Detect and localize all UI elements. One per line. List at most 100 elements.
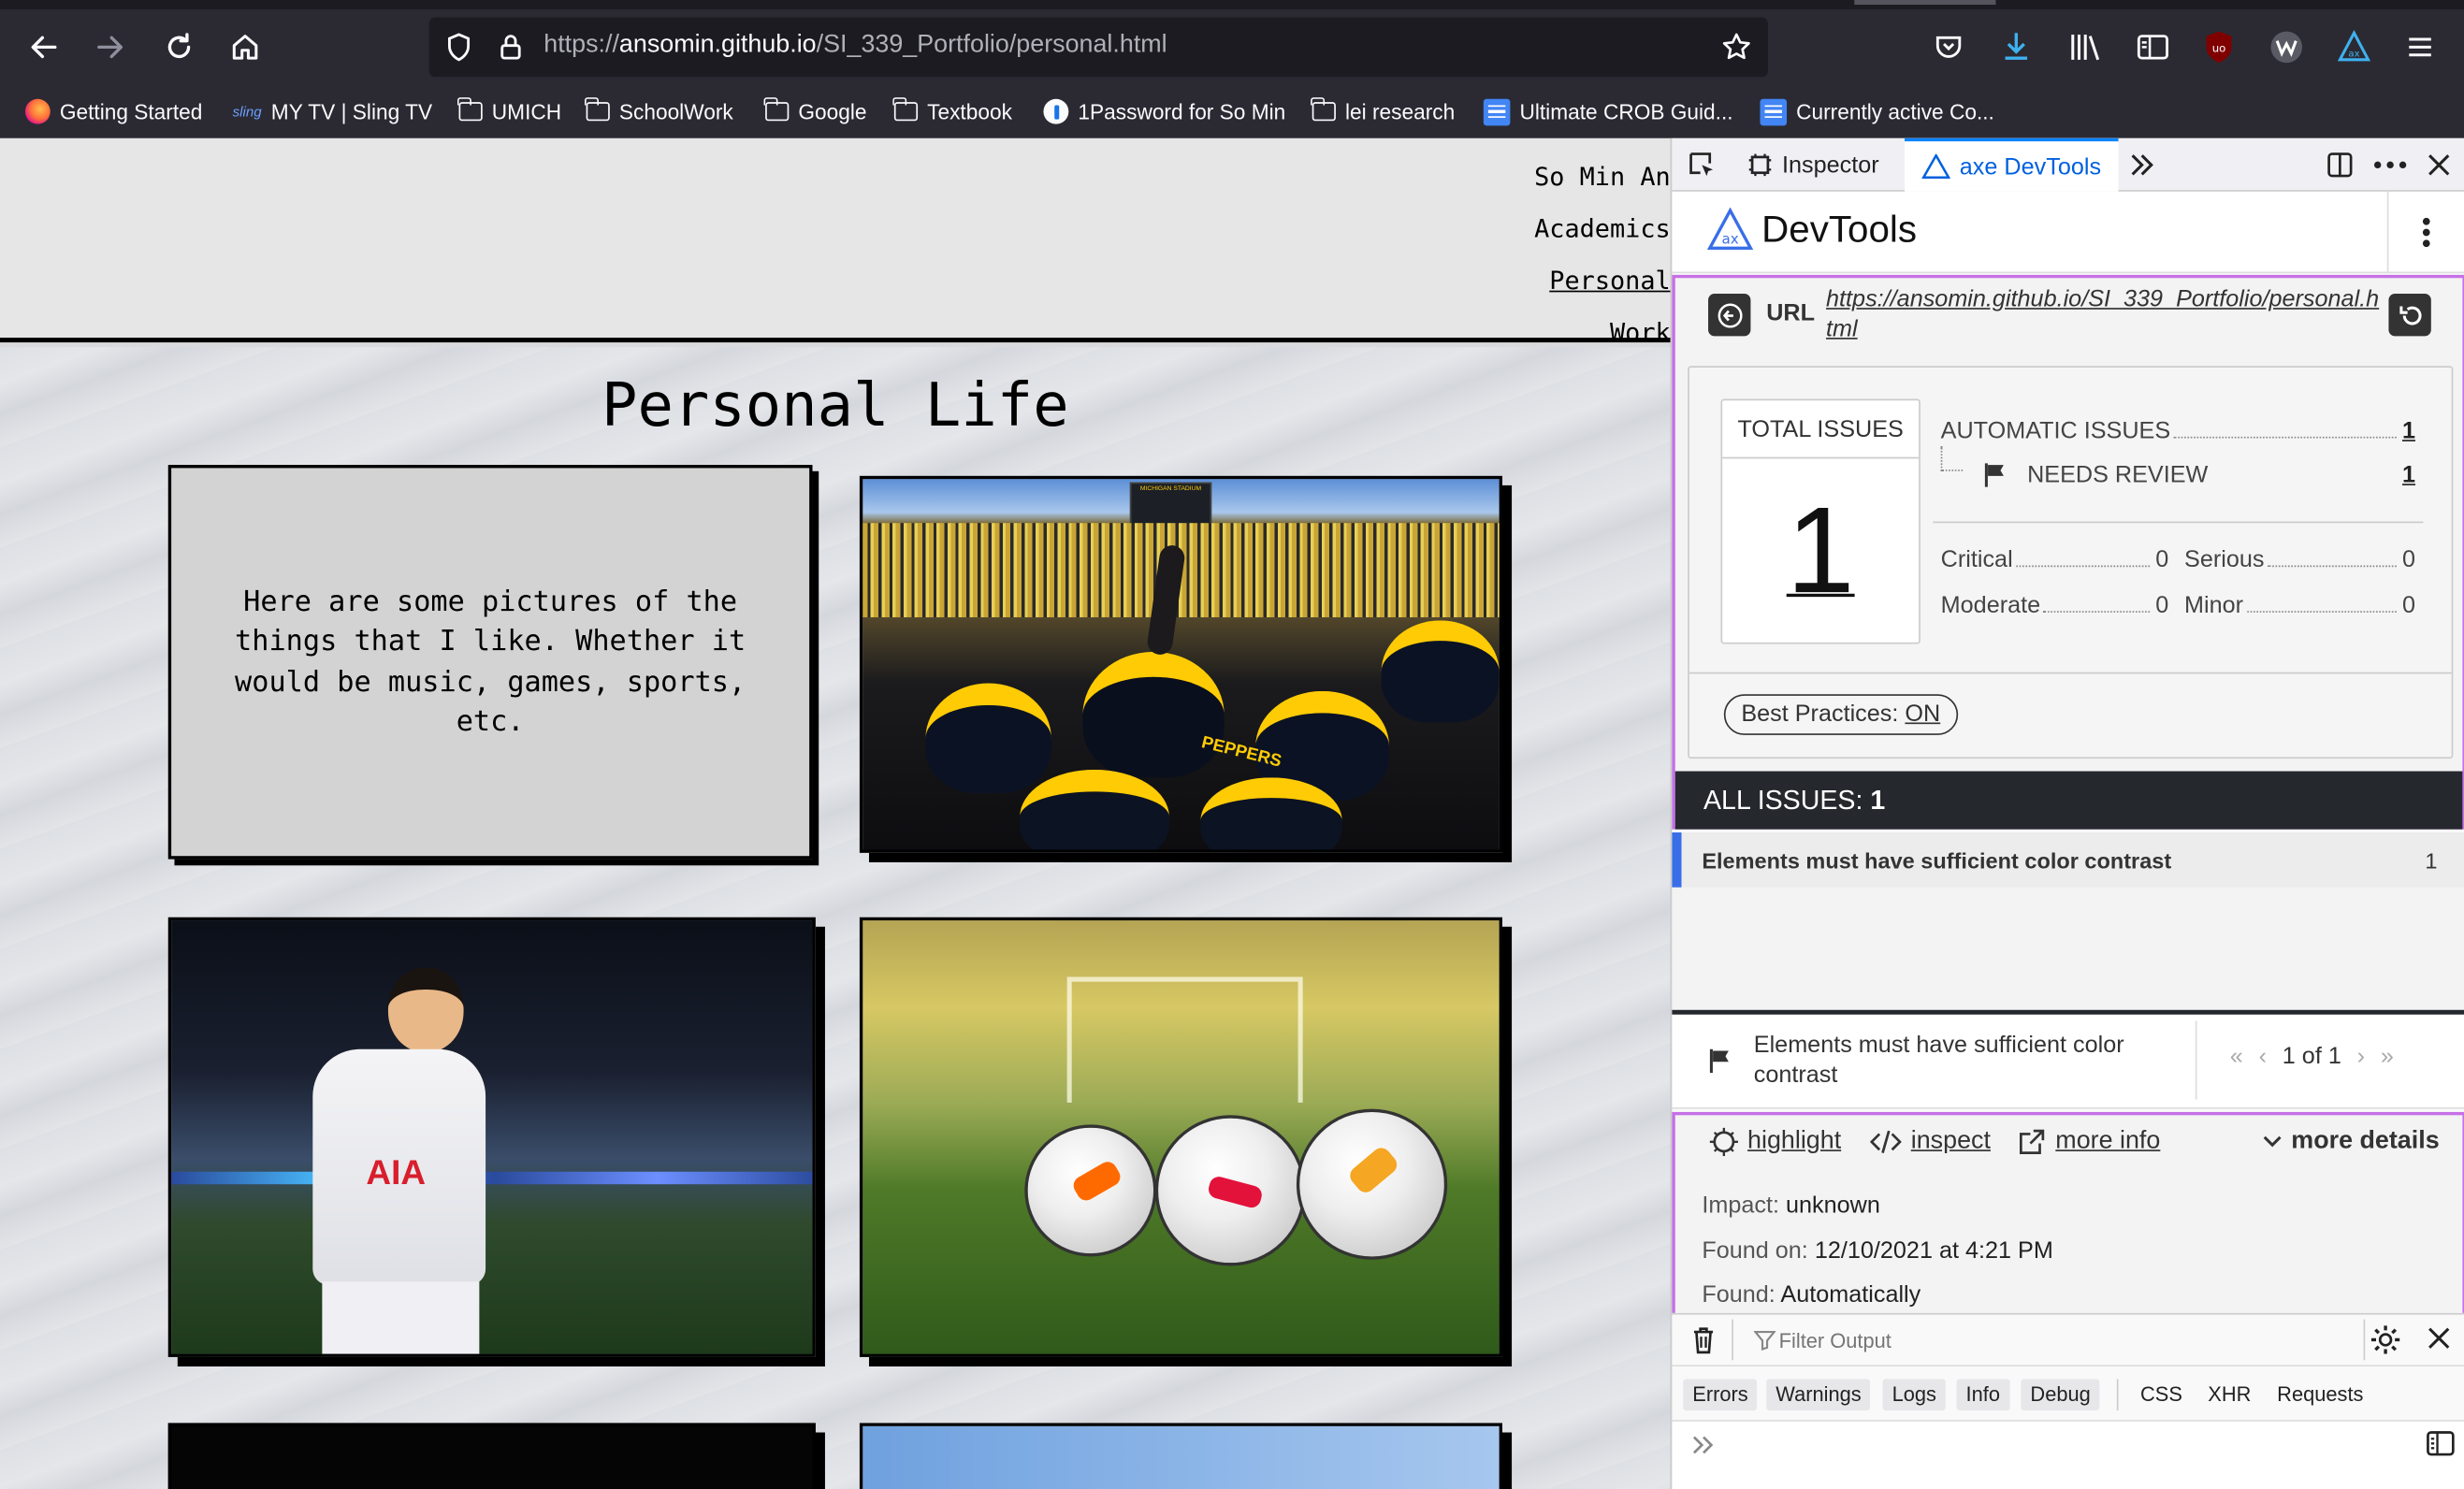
bookmark-umich[interactable]: UMICH (457, 95, 561, 127)
close-devtools-icon[interactable] (2427, 152, 2452, 178)
bookmark-lei-research[interactable]: lei research (1311, 95, 1455, 127)
close-console-icon[interactable] (2428, 1327, 2450, 1350)
more-info-link[interactable]: more info (2018, 1128, 2160, 1156)
minor-count: 0 (2401, 592, 2416, 619)
reload-icon (167, 33, 191, 59)
issue-list-item[interactable]: Elements must have sufficient color cont… (1672, 832, 2464, 888)
best-practices-toggle[interactable]: Best Practices: ON (1723, 694, 1958, 735)
dock-toggle-icon[interactable] (2326, 151, 2354, 179)
console-filter-css[interactable]: CSS (2140, 1382, 2182, 1406)
more-details-toggle[interactable]: more details (2263, 1128, 2440, 1156)
all-issues-count: 1 (1870, 785, 1886, 816)
reload-button[interactable] (157, 25, 201, 69)
found-line: Found: Automatically (1702, 1281, 1920, 1308)
back-button[interactable] (22, 25, 66, 69)
tab-indicator (1854, 0, 1996, 6)
console-filter-info[interactable]: Info (1956, 1379, 2010, 1411)
svg-text:ax: ax (2348, 49, 2359, 59)
impact-value: unknown (1785, 1192, 1880, 1220)
minor-label: Minor (2184, 592, 2244, 619)
player-head (387, 967, 464, 1053)
folder-icon (892, 97, 919, 122)
bookmark-schoolwork[interactable]: SchoolWork (585, 95, 733, 127)
console-filter-debug[interactable]: Debug (2021, 1379, 2100, 1411)
tab-inspector[interactable]: Inspector (1747, 138, 1879, 192)
nav-work-link[interactable]: Work (1534, 306, 1671, 357)
needs-review-count[interactable]: 1 (2402, 462, 2415, 489)
moderate-label: Moderate (1940, 592, 2041, 619)
back-button-axe[interactable] (1708, 294, 1751, 337)
bookmark-getting-started[interactable]: Getting Started (24, 95, 202, 127)
nav-academics-link[interactable]: Academics (1534, 203, 1671, 254)
console-filter-errors[interactable]: Errors (1683, 1379, 1758, 1411)
hamburger-menu-icon[interactable] (2404, 32, 2436, 64)
tab-axe-devtools[interactable]: axe DevTools (1905, 137, 2119, 192)
issue-text: Elements must have sufficient color cont… (1702, 846, 2172, 873)
wappalyzer-icon[interactable] (2269, 30, 2304, 65)
helmet-5 (1020, 769, 1169, 850)
onepassword-icon (1043, 98, 1069, 124)
url-text: https://ansomin.github.io/SI_339_Portfol… (544, 32, 1167, 60)
inspect-button[interactable]: inspect (1870, 1128, 1991, 1156)
more-tabs-chevron-icon[interactable] (2128, 152, 2156, 178)
console-filter-logs[interactable]: Logs (1882, 1379, 1947, 1411)
player-shorts (322, 1281, 480, 1354)
url-bar[interactable]: https://ansomin.github.io/SI_339_Portfol… (428, 17, 1768, 78)
download-icon[interactable] (2001, 30, 2033, 65)
bookmark-currently-active[interactable]: Currently active Co... (1760, 95, 1994, 127)
filter-output-input[interactable] (1778, 1322, 2345, 1357)
photo-bottom-right (859, 1423, 1502, 1489)
bookmark-sling[interactable]: sling MY TV | Sling TV (233, 95, 432, 127)
axe-menu-icon[interactable] (2422, 217, 2431, 249)
forward-button[interactable] (88, 25, 132, 69)
editor-mode-icon[interactable] (2427, 1431, 2455, 1456)
first-page-icon[interactable]: « (2230, 1043, 2243, 1070)
found-value: Automatically (1780, 1281, 1921, 1308)
flag-icon (1709, 1048, 1729, 1073)
all-issues-bar: ALL ISSUES: 1 (1674, 771, 2463, 830)
console-prompt-icon (1692, 1436, 1714, 1454)
moderate-row: Moderate 0 (1941, 592, 2169, 619)
last-page-icon[interactable]: » (2381, 1043, 2394, 1070)
console-filter-requests[interactable]: Requests (2277, 1382, 2363, 1406)
nav-home-link[interactable]: So Min An (1534, 151, 1671, 202)
doc-icon (1760, 97, 1788, 125)
bookmark-google[interactable]: Google (764, 95, 867, 127)
sidebar-icon[interactable] (2136, 32, 2170, 64)
header-divider (2386, 191, 2389, 274)
automatic-issues-count[interactable]: 1 (2402, 418, 2415, 445)
devtools-options-icon[interactable] (2373, 160, 2408, 169)
tab-strip-edge (0, 0, 2464, 10)
bookmark-1password[interactable]: 1Password for So Min (1043, 95, 1285, 127)
serious-count: 0 (2401, 546, 2416, 573)
scanned-url-link[interactable]: https://ansomin.github.io/SI_339_Portfol… (1826, 284, 2379, 344)
trash-icon[interactable] (1691, 1324, 1717, 1356)
prev-page-icon[interactable]: ‹ (2259, 1043, 2267, 1070)
svg-text:ax: ax (1721, 230, 1738, 247)
console-filter-warnings[interactable]: Warnings (1766, 1379, 1871, 1411)
ublock-icon[interactable]: uo (2203, 30, 2235, 65)
folder-icon (457, 97, 483, 122)
bookmark-textbook[interactable]: Textbook (892, 95, 1012, 127)
library-icon[interactable] (2068, 30, 2103, 65)
issue-count: 1 (2425, 846, 2438, 873)
axe-extension-icon[interactable]: ax (2337, 30, 2371, 65)
folder-icon (1311, 97, 1336, 122)
bookmark-star-icon[interactable] (1720, 32, 1752, 64)
bookmark-label: Google (798, 99, 867, 123)
gear-icon[interactable] (2370, 1324, 2401, 1356)
console-filter-xhr[interactable]: XHR (2208, 1382, 2251, 1406)
bookmark-label: Textbook (927, 99, 1012, 123)
rescan-button[interactable] (2388, 294, 2431, 337)
total-issues-count[interactable]: 1 (1722, 479, 1919, 622)
pick-element-icon[interactable] (1688, 151, 1716, 179)
nav-personal-link[interactable]: Personal (1534, 254, 1670, 306)
next-page-icon[interactable]: › (2357, 1043, 2365, 1070)
console-input-area[interactable] (1672, 1420, 2464, 1489)
highlight-button[interactable]: highlight (1709, 1127, 1841, 1156)
pocket-icon[interactable] (1933, 32, 1964, 64)
pager-text: 1 of 1 (2282, 1043, 2341, 1070)
devtools-panel: Inspector axe DevTools ax DevTools URL h… (1670, 137, 2464, 1489)
home-button[interactable] (224, 25, 268, 69)
bookmark-crob-guide[interactable]: Ultimate CROB Guid... (1483, 95, 1733, 127)
